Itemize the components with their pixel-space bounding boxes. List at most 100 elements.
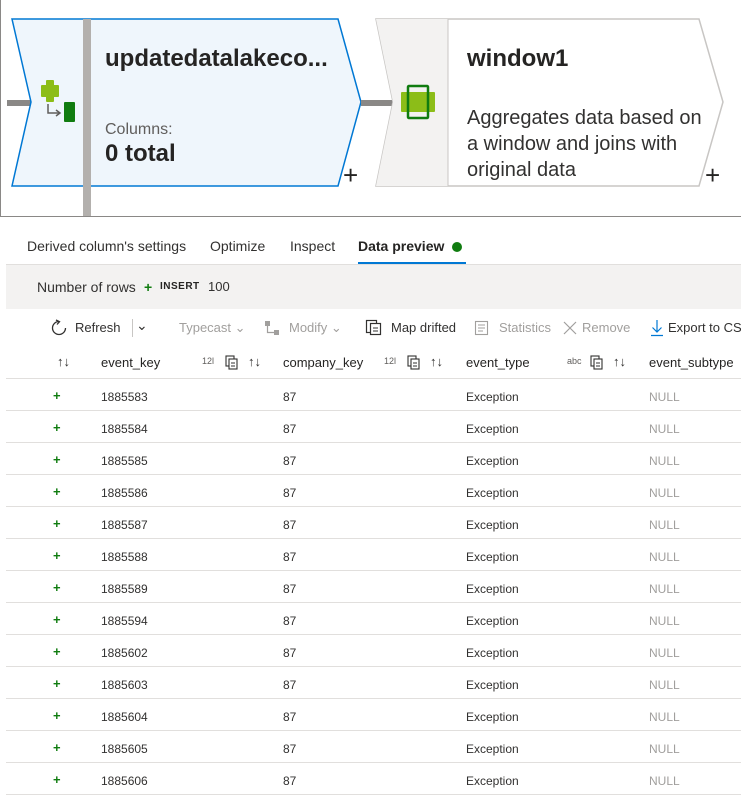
- cell-company-key: 87: [283, 774, 297, 788]
- typecast-label: Typecast: [179, 320, 232, 335]
- preview-toolbar: Refresh ⌄ Typecast ⌄ Modify ⌄ Map drifte…: [6, 309, 741, 347]
- cell-event-type: Exception: [466, 422, 519, 436]
- cell-event-key: 1885585: [101, 454, 148, 468]
- table-row[interactable]: +1885584 87 Exception NULL: [6, 411, 741, 443]
- insert-row-icon: +: [53, 420, 61, 435]
- download-icon: [651, 320, 663, 337]
- column-details-icon[interactable]: [590, 355, 604, 370]
- node-1-columns-label: Columns:: [105, 121, 173, 138]
- table-row[interactable]: +1885603 87 Exception NULL: [6, 667, 741, 699]
- column-details-icon[interactable]: [225, 355, 239, 370]
- insert-row-icon: +: [53, 452, 61, 467]
- column-header-event-key[interactable]: event_key: [101, 355, 160, 370]
- add-transform-button-2[interactable]: +: [705, 162, 720, 188]
- add-transform-button[interactable]: +: [343, 162, 358, 188]
- cell-company-key: 87: [283, 550, 297, 564]
- map-drifted-icon: [365, 319, 382, 336]
- sort-icon[interactable]: ↑↓: [430, 354, 443, 369]
- modify-icon: [265, 321, 279, 335]
- tab-derived-column-settings[interactable]: Derived column's settings: [27, 238, 186, 254]
- node-2-description: Aggregates data based on a window and jo…: [467, 107, 702, 181]
- insert-row-icon: +: [53, 484, 61, 499]
- column-header-event-subtype[interactable]: event_subtype: [649, 355, 734, 370]
- cell-event-type: Exception: [466, 678, 519, 692]
- refresh-button[interactable]: Refresh: [75, 320, 121, 335]
- insert-row-icon: +: [53, 708, 61, 723]
- incoming-connector: [7, 100, 31, 106]
- cell-event-key: 1885602: [101, 646, 148, 660]
- data-preview-grid: ↑↓ event_key 12l ↑↓ company_key 12l ↑↓ e…: [6, 347, 741, 795]
- active-tab-indicator: [358, 262, 466, 264]
- refresh-icon: [51, 319, 67, 336]
- cell-event-subtype: NULL: [649, 390, 680, 404]
- column-header-event-type[interactable]: event_type: [466, 355, 530, 370]
- cell-event-key: 1885606: [101, 774, 148, 788]
- cell-event-subtype: NULL: [649, 646, 680, 660]
- column-details-icon[interactable]: [407, 355, 421, 370]
- node-2-title: window1: [467, 45, 569, 72]
- cell-event-key: 1885584: [101, 422, 148, 436]
- insert-label: INSERT: [160, 281, 200, 292]
- column-type-icon: abc: [567, 356, 582, 366]
- sort-icon[interactable]: ↑↓: [613, 354, 626, 369]
- table-row[interactable]: +1885602 87 Exception NULL: [6, 635, 741, 667]
- node-connector: [361, 100, 395, 106]
- cell-event-subtype: NULL: [649, 422, 680, 436]
- cell-event-subtype: NULL: [649, 678, 680, 692]
- modify-button[interactable]: Modify ⌄: [289, 320, 342, 336]
- rows-summary-bar: Number of rows + INSERT 100: [6, 265, 741, 309]
- table-row[interactable]: +1885588 87 Exception NULL: [6, 539, 741, 571]
- statistics-button[interactable]: Statistics: [499, 320, 551, 335]
- cell-event-subtype: NULL: [649, 518, 680, 532]
- map-drifted-button[interactable]: Map drifted: [391, 320, 456, 335]
- pipeline-canvas[interactable]: updatedatalakeco... Columns: 0 total + w…: [0, 0, 741, 217]
- refresh-dropdown-chevron-icon[interactable]: ⌄: [136, 317, 148, 334]
- modify-label: Modify: [289, 320, 328, 335]
- table-row[interactable]: +1885604 87 Exception NULL: [6, 699, 741, 731]
- cell-event-key: 1885586: [101, 486, 148, 500]
- table-row[interactable]: +1885583 87 Exception NULL: [6, 379, 741, 411]
- cell-event-key: 1885587: [101, 518, 148, 532]
- column-header-company-key[interactable]: company_key: [283, 355, 363, 370]
- cell-event-type: Exception: [466, 646, 519, 660]
- table-row[interactable]: +1885586 87 Exception NULL: [6, 475, 741, 507]
- table-row[interactable]: +1885606 87 Exception NULL: [6, 763, 741, 795]
- insert-row-icon: +: [53, 644, 61, 659]
- cell-event-type: Exception: [466, 742, 519, 756]
- table-row[interactable]: +1885605 87 Exception NULL: [6, 731, 741, 763]
- grid-header-row: ↑↓ event_key 12l ↑↓ company_key 12l ↑↓ e…: [6, 347, 741, 379]
- tab-data-preview[interactable]: Data preview: [358, 238, 463, 254]
- table-row[interactable]: +1885594 87 Exception NULL: [6, 603, 741, 635]
- cell-event-subtype: NULL: [649, 486, 680, 500]
- cell-company-key: 87: [283, 742, 297, 756]
- table-row[interactable]: +1885589 87 Exception NULL: [6, 571, 741, 603]
- export-csv-button[interactable]: Export to CSV: [668, 320, 741, 335]
- typecast-button[interactable]: Typecast ⌄: [179, 320, 246, 336]
- cell-event-type: Exception: [466, 614, 519, 628]
- sort-icon[interactable]: ↑↓: [248, 354, 261, 369]
- tab-optimize[interactable]: Optimize: [210, 238, 265, 254]
- insert-row-icon: +: [53, 548, 61, 563]
- cell-company-key: 87: [283, 486, 297, 500]
- cell-event-key: 1885594: [101, 614, 148, 628]
- cell-company-key: 87: [283, 710, 297, 724]
- settings-tabs: Derived column's settings Optimize Inspe…: [6, 223, 741, 265]
- cell-company-key: 87: [283, 518, 297, 532]
- cell-event-type: Exception: [466, 390, 519, 404]
- remove-button[interactable]: Remove: [582, 320, 630, 335]
- cell-event-key: 1885588: [101, 550, 148, 564]
- cell-event-type: Exception: [466, 486, 519, 500]
- node-1-title: updatedatalakeco...: [105, 45, 328, 72]
- cell-company-key: 87: [283, 454, 297, 468]
- cell-event-subtype: NULL: [649, 742, 680, 756]
- row-status-sort-icon[interactable]: ↑↓: [57, 354, 70, 369]
- table-row[interactable]: +1885585 87 Exception NULL: [6, 443, 741, 475]
- cell-event-key: 1885589: [101, 582, 148, 596]
- tab-inspect[interactable]: Inspect: [290, 238, 335, 254]
- cell-event-type: Exception: [466, 582, 519, 596]
- insert-row-icon: +: [53, 772, 61, 787]
- insert-count: 100: [208, 279, 230, 294]
- cell-company-key: 87: [283, 582, 297, 596]
- table-row[interactable]: +1885587 87 Exception NULL: [6, 507, 741, 539]
- status-dot-icon: [452, 242, 463, 252]
